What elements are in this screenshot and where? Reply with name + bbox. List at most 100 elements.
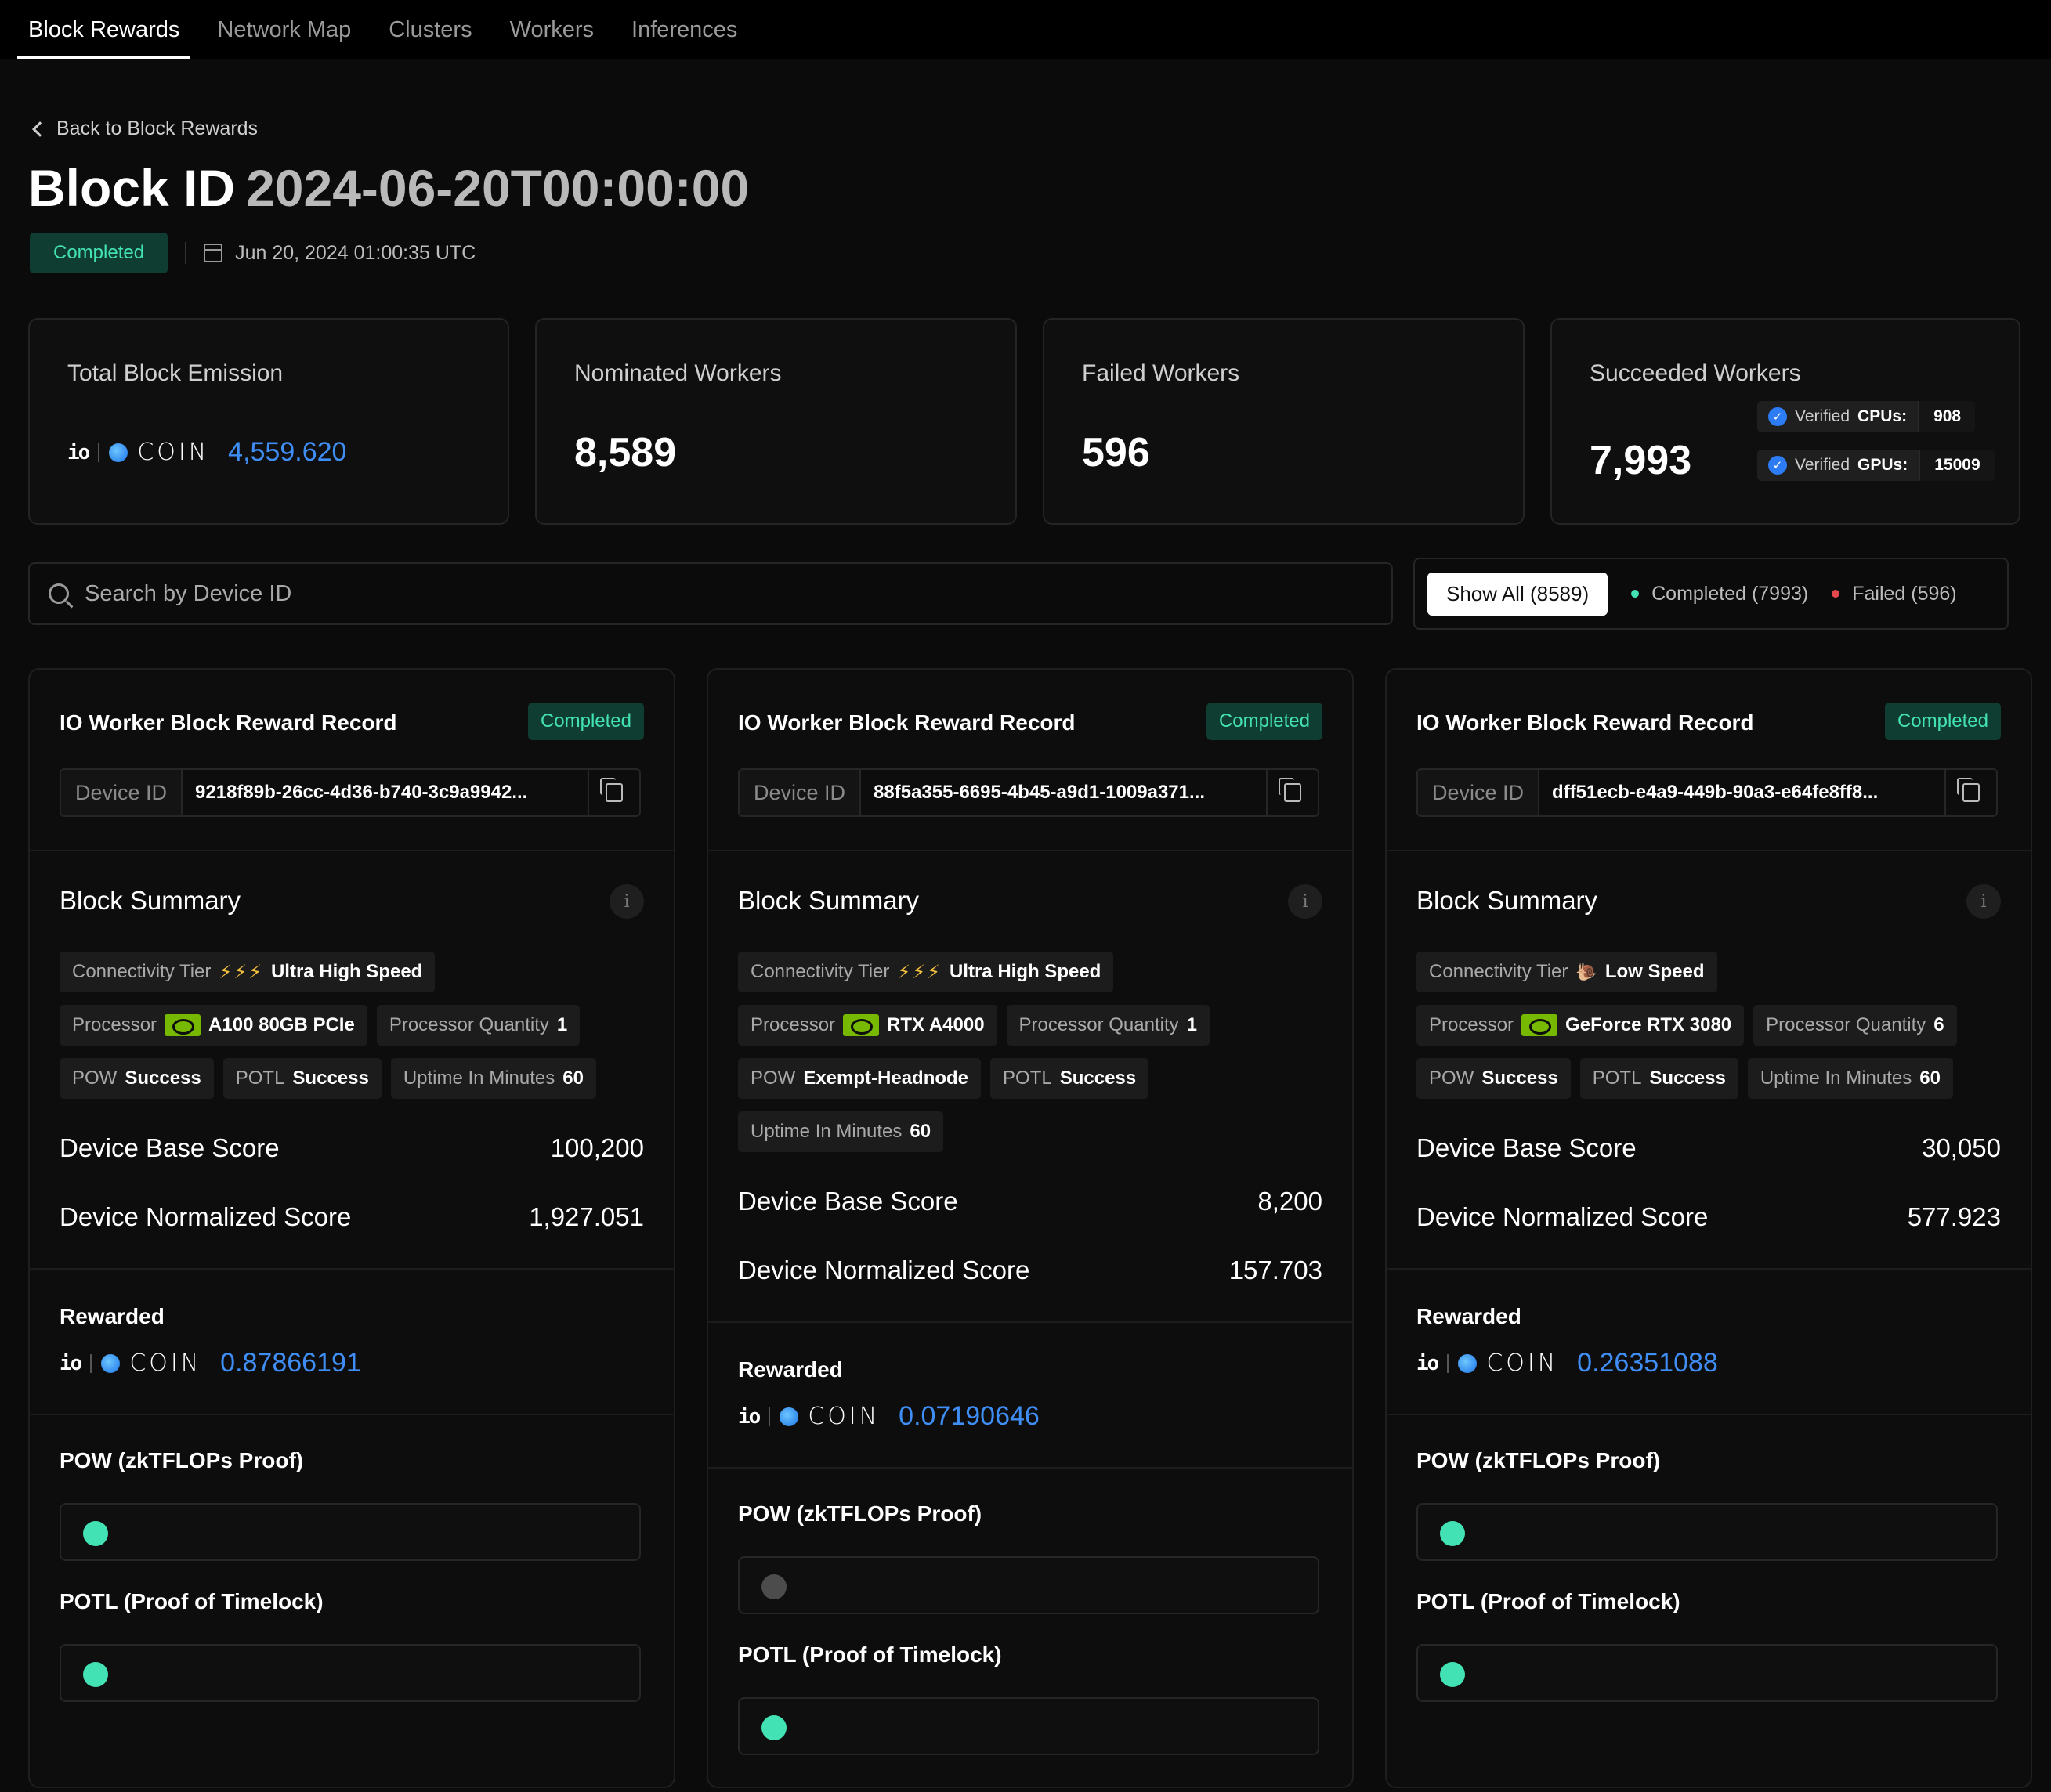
potl-proof-label: POTL (Proof of Timelock) [738, 1642, 1002, 1667]
red-dot-icon [1832, 590, 1840, 598]
copy-icon [1279, 778, 1301, 802]
reward-value: 0.87866191 [220, 1348, 361, 1378]
chip-potl: POTL Success [1579, 1058, 1738, 1099]
device-id-value: 9218f89b-26cc-4d36-b740-3c9a9942... [195, 782, 528, 803]
title-prefix: Block ID [28, 159, 236, 217]
base-score-value: 100,200 [550, 1133, 644, 1162]
copy-button[interactable] [1266, 770, 1318, 815]
nvidia-icon [843, 1014, 880, 1036]
chip-processor-quantity: Processor Quantity 1 [1006, 1005, 1210, 1046]
divider [1387, 1268, 2031, 1270]
tab-block-rewards[interactable]: Block Rewards [17, 17, 191, 59]
summary-chips: Connectivity Tier ⚡⚡⚡ Ultra High Speed Pro… [60, 952, 655, 1099]
rewarded-label: Rewarded [738, 1357, 843, 1382]
status-dot-icon [761, 1715, 787, 1740]
card-title: IO Worker Block Reward Record [1416, 710, 1754, 735]
potl-proof-box [738, 1697, 1319, 1755]
pow-proof-label: POW (zkTFLOPs Proof) [738, 1501, 982, 1526]
chip-connectivity: Connectivity Tier ⚡⚡⚡ Ultra High Speed [738, 952, 1114, 992]
divider [30, 1414, 674, 1415]
pow-proof-box [60, 1503, 641, 1561]
chip-connectivity: Connectivity Tier ⚡⚡⚡ Ultra High Speed [60, 952, 436, 992]
info-icon[interactable]: i [1966, 884, 2001, 919]
tab-clusters[interactable]: Clusters [378, 17, 483, 59]
info-icon[interactable]: i [610, 884, 644, 919]
block-summary-title: Block Summary [1416, 886, 1598, 915]
back-link[interactable]: Back to Block Rewards [32, 117, 259, 140]
reward-card: IO Worker Block Reward Record Completed … [707, 668, 1354, 1788]
stat-total-emission: Total Block Emission io COIN 4,559.620 [28, 318, 509, 525]
device-id-value: dff51ecb-e4a9-449b-90a3-e64fe8ff8... [1552, 782, 1879, 803]
tab-inferences[interactable]: Inferences [620, 17, 748, 59]
search-icon [49, 583, 69, 604]
search-box [28, 562, 1393, 625]
chip-processor: Processor RTX A4000 [738, 1005, 997, 1046]
coin-name: COIN [137, 439, 210, 466]
separator [185, 242, 187, 264]
nvidia-icon [1521, 1014, 1558, 1036]
divider [708, 1467, 1352, 1469]
coin-icon [101, 1353, 121, 1373]
stat-value: 7,993 [1590, 438, 1692, 483]
verified-cpus-count: 908 [1918, 401, 1976, 432]
device-id-field: Device ID 88f5a355-6695-4b45-a9d1-1009a3… [738, 768, 1319, 817]
divider [708, 850, 1352, 851]
info-icon[interactable]: i [1288, 884, 1322, 919]
verified-gpus-count: 15009 [1919, 450, 1995, 481]
copy-button[interactable] [1944, 770, 1996, 815]
chip-uptime: Uptime In Minutes 60 [1747, 1058, 1953, 1099]
emission-amount: 4,559.620 [228, 437, 347, 467]
normalized-score-row: Device Normalized Score 1,927.051 [60, 1202, 644, 1231]
chip-pow: POW Exempt-Headnode [738, 1058, 982, 1099]
lightning-icon: ⚡⚡⚡ [897, 961, 942, 983]
snail-icon: 🐌 [1575, 962, 1597, 981]
tab-network-map[interactable]: Network Map [206, 17, 362, 59]
filter-show-all[interactable]: Show All (8589) [1427, 572, 1608, 616]
filter-failed[interactable]: Failed (596) [1832, 583, 1957, 605]
summary-chips: Connectivity Tier 🐌 Low Speed Processor GeF… [1416, 952, 2012, 1099]
tab-workers[interactable]: Workers [499, 17, 605, 59]
reward-value: 0.07190646 [899, 1401, 1040, 1431]
stat-label: Failed Workers [1082, 360, 1240, 386]
copy-icon [600, 778, 623, 802]
status-badge: Completed [30, 233, 168, 273]
status-badge: Completed [527, 703, 644, 740]
io-logo-icon: io [67, 440, 90, 464]
stat-label: Succeeded Workers [1590, 360, 1801, 386]
calendar-icon [204, 244, 223, 262]
io-logo-icon: io [738, 1404, 761, 1429]
status-dot-icon [1440, 1521, 1465, 1546]
divider [30, 1268, 674, 1270]
chip-uptime: Uptime In Minutes 60 [738, 1111, 944, 1152]
copy-button[interactable] [588, 770, 639, 815]
divider [708, 1321, 1352, 1323]
stat-label: Nominated Workers [574, 360, 782, 386]
normalized-score-value: 577.923 [1907, 1202, 2001, 1231]
status-filter: Show All (8589) Completed (7993) Failed … [1413, 558, 2009, 630]
card-title: IO Worker Block Reward Record [738, 710, 1076, 735]
status-dot-icon [83, 1521, 108, 1546]
device-id-label: Device ID [740, 770, 862, 815]
pow-proof-label: POW (zkTFLOPs Proof) [1416, 1448, 1661, 1472]
divider [30, 850, 674, 851]
coin-amount: io COIN 4,559.620 [67, 437, 346, 468]
nvidia-icon [165, 1014, 201, 1036]
filter-completed[interactable]: Completed (7993) [1631, 583, 1808, 605]
search-input[interactable] [85, 580, 1260, 607]
chip-potl: POTL Success [222, 1058, 382, 1099]
pow-proof-box [738, 1556, 1319, 1614]
potl-proof-label: POTL (Proof of Timelock) [60, 1589, 324, 1613]
block-summary-title: Block Summary [60, 886, 241, 915]
chip-pow: POW Success [1416, 1058, 1571, 1099]
base-score-row: Device Base Score 30,050 [1416, 1133, 2001, 1162]
chip-connectivity: Connectivity Tier 🐌 Low Speed [1416, 952, 1717, 992]
chevron-left-icon [32, 121, 48, 137]
block-date: Jun 20, 2024 01:00:35 UTC [204, 242, 476, 265]
coin-icon [780, 1407, 799, 1426]
status-dot-icon [761, 1574, 787, 1599]
back-label: Back to Block Rewards [56, 117, 259, 139]
reward-card: IO Worker Block Reward Record Completed … [1385, 668, 2032, 1788]
base-score-row: Device Base Score 8,200 [738, 1187, 1322, 1216]
device-id-field: Device ID dff51ecb-e4a9-449b-90a3-e64fe8… [1416, 768, 1998, 817]
stat-failed-workers: Failed Workers 596 [1043, 318, 1525, 525]
